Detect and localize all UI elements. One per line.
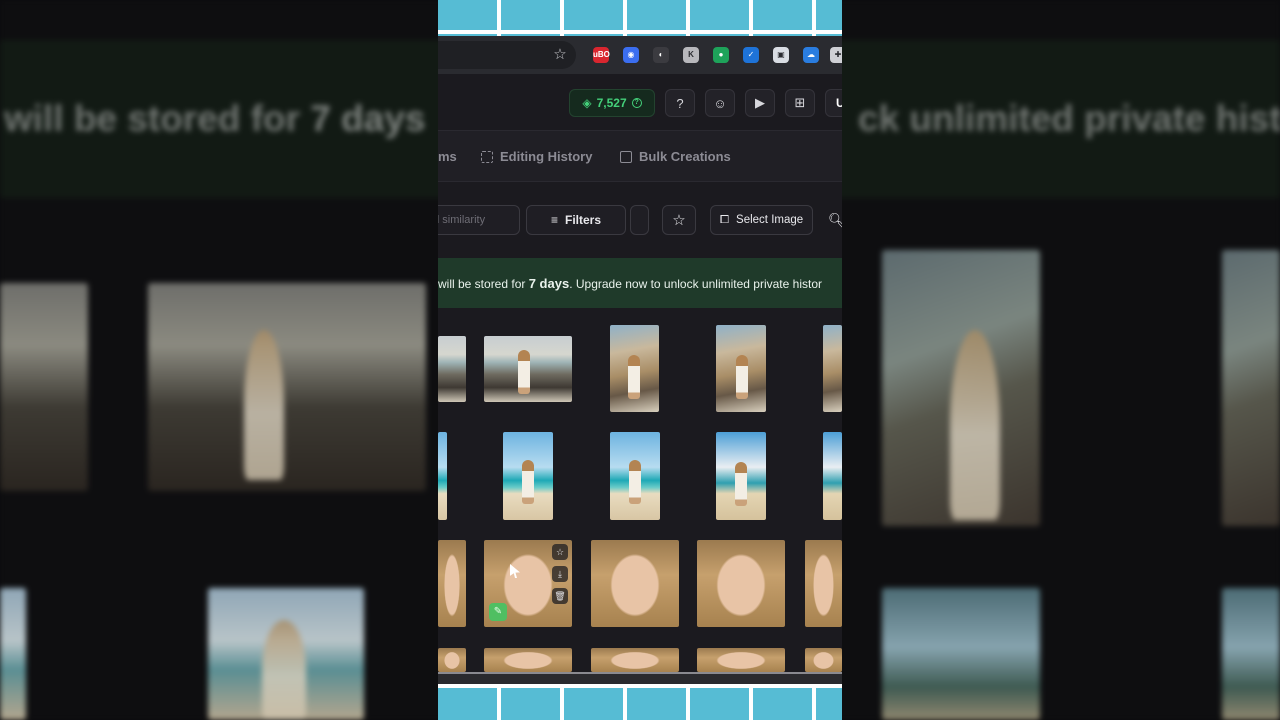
extension-dark-icon[interactable]: ◐ (653, 47, 669, 63)
image-thumbnail[interactable] (438, 648, 466, 672)
image-thumbnail[interactable] (697, 648, 785, 672)
gem-icon: ◈ (582, 96, 592, 110)
tab-bulk-creations[interactable]: Bulk Creations (620, 149, 731, 164)
image-thumbnail[interactable] (716, 325, 766, 412)
extension-check-icon[interactable]: ✓ (743, 47, 759, 63)
filters-button[interactable]: ≡ Filters (526, 205, 626, 235)
extension-k-icon[interactable]: K (683, 47, 699, 63)
blurred-image (1222, 588, 1280, 720)
history-tabs: ms Editing History Bulk Creations (438, 130, 842, 182)
tab-editing-history[interactable]: Editing History (481, 149, 592, 164)
select-image-button[interactable]: ⧠ Select Image (710, 205, 813, 235)
app-header: ◈ 7,527 ? ? ☺ ▶ ⊞ U (438, 74, 842, 130)
image-thumbnail[interactable] (438, 432, 447, 520)
favorites-button[interactable]: ☆ (662, 205, 696, 235)
extension-green-icon[interactable]: ● (713, 47, 729, 63)
help-button[interactable]: ? (665, 89, 695, 117)
ublock-icon[interactable]: uBO (593, 47, 610, 63)
tab-items[interactable]: ms (438, 149, 457, 164)
selection-icon (481, 150, 493, 163)
discord-icon: ☺ (713, 95, 727, 111)
copy-icon (620, 150, 632, 163)
image-thumbnail[interactable] (591, 540, 679, 627)
select-icon: ⧠ (719, 213, 730, 226)
avatar[interactable]: U (825, 89, 842, 117)
favorite-icon[interactable]: ☆ (552, 544, 568, 560)
info-icon: ? (631, 98, 642, 108)
image-thumbnail[interactable] (716, 432, 766, 520)
extension-square-icon[interactable]: ▣ (773, 47, 789, 63)
history-notice-banner: will be stored for 7 days. Upgrade now t… (438, 258, 842, 308)
similarity-search-input[interactable]: nd similarity (438, 205, 520, 235)
star-icon: ☆ (672, 212, 686, 229)
pool-tiles-top (438, 0, 842, 36)
image-thumbnail-hovered[interactable]: ☆ ⤓ 🗑︎ ✎ (484, 540, 572, 627)
horizontal-scrollbar[interactable] (438, 672, 842, 684)
download-icon[interactable]: ⤓ (552, 566, 568, 582)
blurred-image (1222, 250, 1280, 526)
blurred-image (0, 588, 26, 720)
bookmark-star-icon[interactable]: ☆ (550, 45, 570, 65)
image-toolbar: nd similarity ≡Filters ☆ ⧠Select Image 🔍… (438, 182, 842, 258)
blurred-notice-right: ck unlimited private histor (858, 98, 1280, 139)
image-thumbnail[interactable] (438, 336, 466, 402)
image-thumbnail[interactable] (610, 325, 659, 412)
image-thumbnail[interactable] (438, 540, 466, 627)
pool-tiles-bottom (438, 684, 842, 720)
credits-count: 7,527 (596, 96, 627, 110)
extension-blue-icon[interactable]: ◉ (623, 47, 639, 63)
image-thumbnail[interactable] (484, 648, 572, 672)
notice-days: 7 days (528, 276, 570, 291)
image-thumbnail[interactable] (697, 540, 785, 627)
blurred-image (148, 283, 426, 491)
thumbnail-actions: ☆ ⤓ 🗑︎ (552, 544, 568, 604)
youtube-button[interactable]: ▶ (745, 89, 775, 117)
trash-icon[interactable]: 🗑︎ (552, 588, 568, 604)
filter-icon: ≡ (550, 213, 558, 227)
help-icon: ? (676, 95, 684, 111)
discord-button[interactable]: ☺ (705, 89, 735, 117)
image-thumbnail[interactable] (823, 432, 842, 520)
credits-badge[interactable]: ◈ 7,527 ? (569, 89, 655, 117)
image-thumbnail[interactable] (591, 648, 679, 672)
blurred-image (0, 283, 88, 491)
image-thumbnail[interactable] (484, 336, 572, 402)
image-thumbnail[interactable] (805, 540, 842, 627)
toolbar-small-button[interactable] (630, 205, 649, 235)
blurred-notice-left: will be stored for 7 days (4, 98, 426, 139)
zoom-icon[interactable]: 🔍︎ (828, 212, 842, 229)
gift-icon: ⊞ (794, 95, 806, 110)
image-thumbnail[interactable] (610, 432, 660, 520)
extension-cloud-icon[interactable]: ☁ (803, 47, 819, 63)
gift-button[interactable]: ⊞ (785, 89, 815, 117)
mouse-cursor (510, 564, 520, 578)
image-thumbnail[interactable] (503, 432, 553, 520)
image-grid: ☆ ⤓ 🗑︎ ✎ (438, 308, 842, 672)
image-thumbnail[interactable] (823, 325, 842, 412)
edit-icon[interactable]: ✎ (489, 603, 507, 621)
youtube-icon: ▶ (755, 95, 765, 110)
puzzle-icon[interactable]: ✚ (830, 47, 842, 63)
image-thumbnail[interactable] (805, 648, 842, 672)
recorded-screen: ☆ uBO ◉ ◐ K ● ✓ ▣ ☁ ✚ ◈ 7,527 ? ? ☺ ▶ ⊞ … (438, 0, 842, 720)
screen: will be stored for 7 days ck unlimited p… (0, 0, 1280, 720)
blurred-image (882, 588, 1040, 720)
browser-toolbar: ☆ uBO ◉ ◐ K ● ✓ ▣ ☁ ✚ (438, 36, 842, 74)
